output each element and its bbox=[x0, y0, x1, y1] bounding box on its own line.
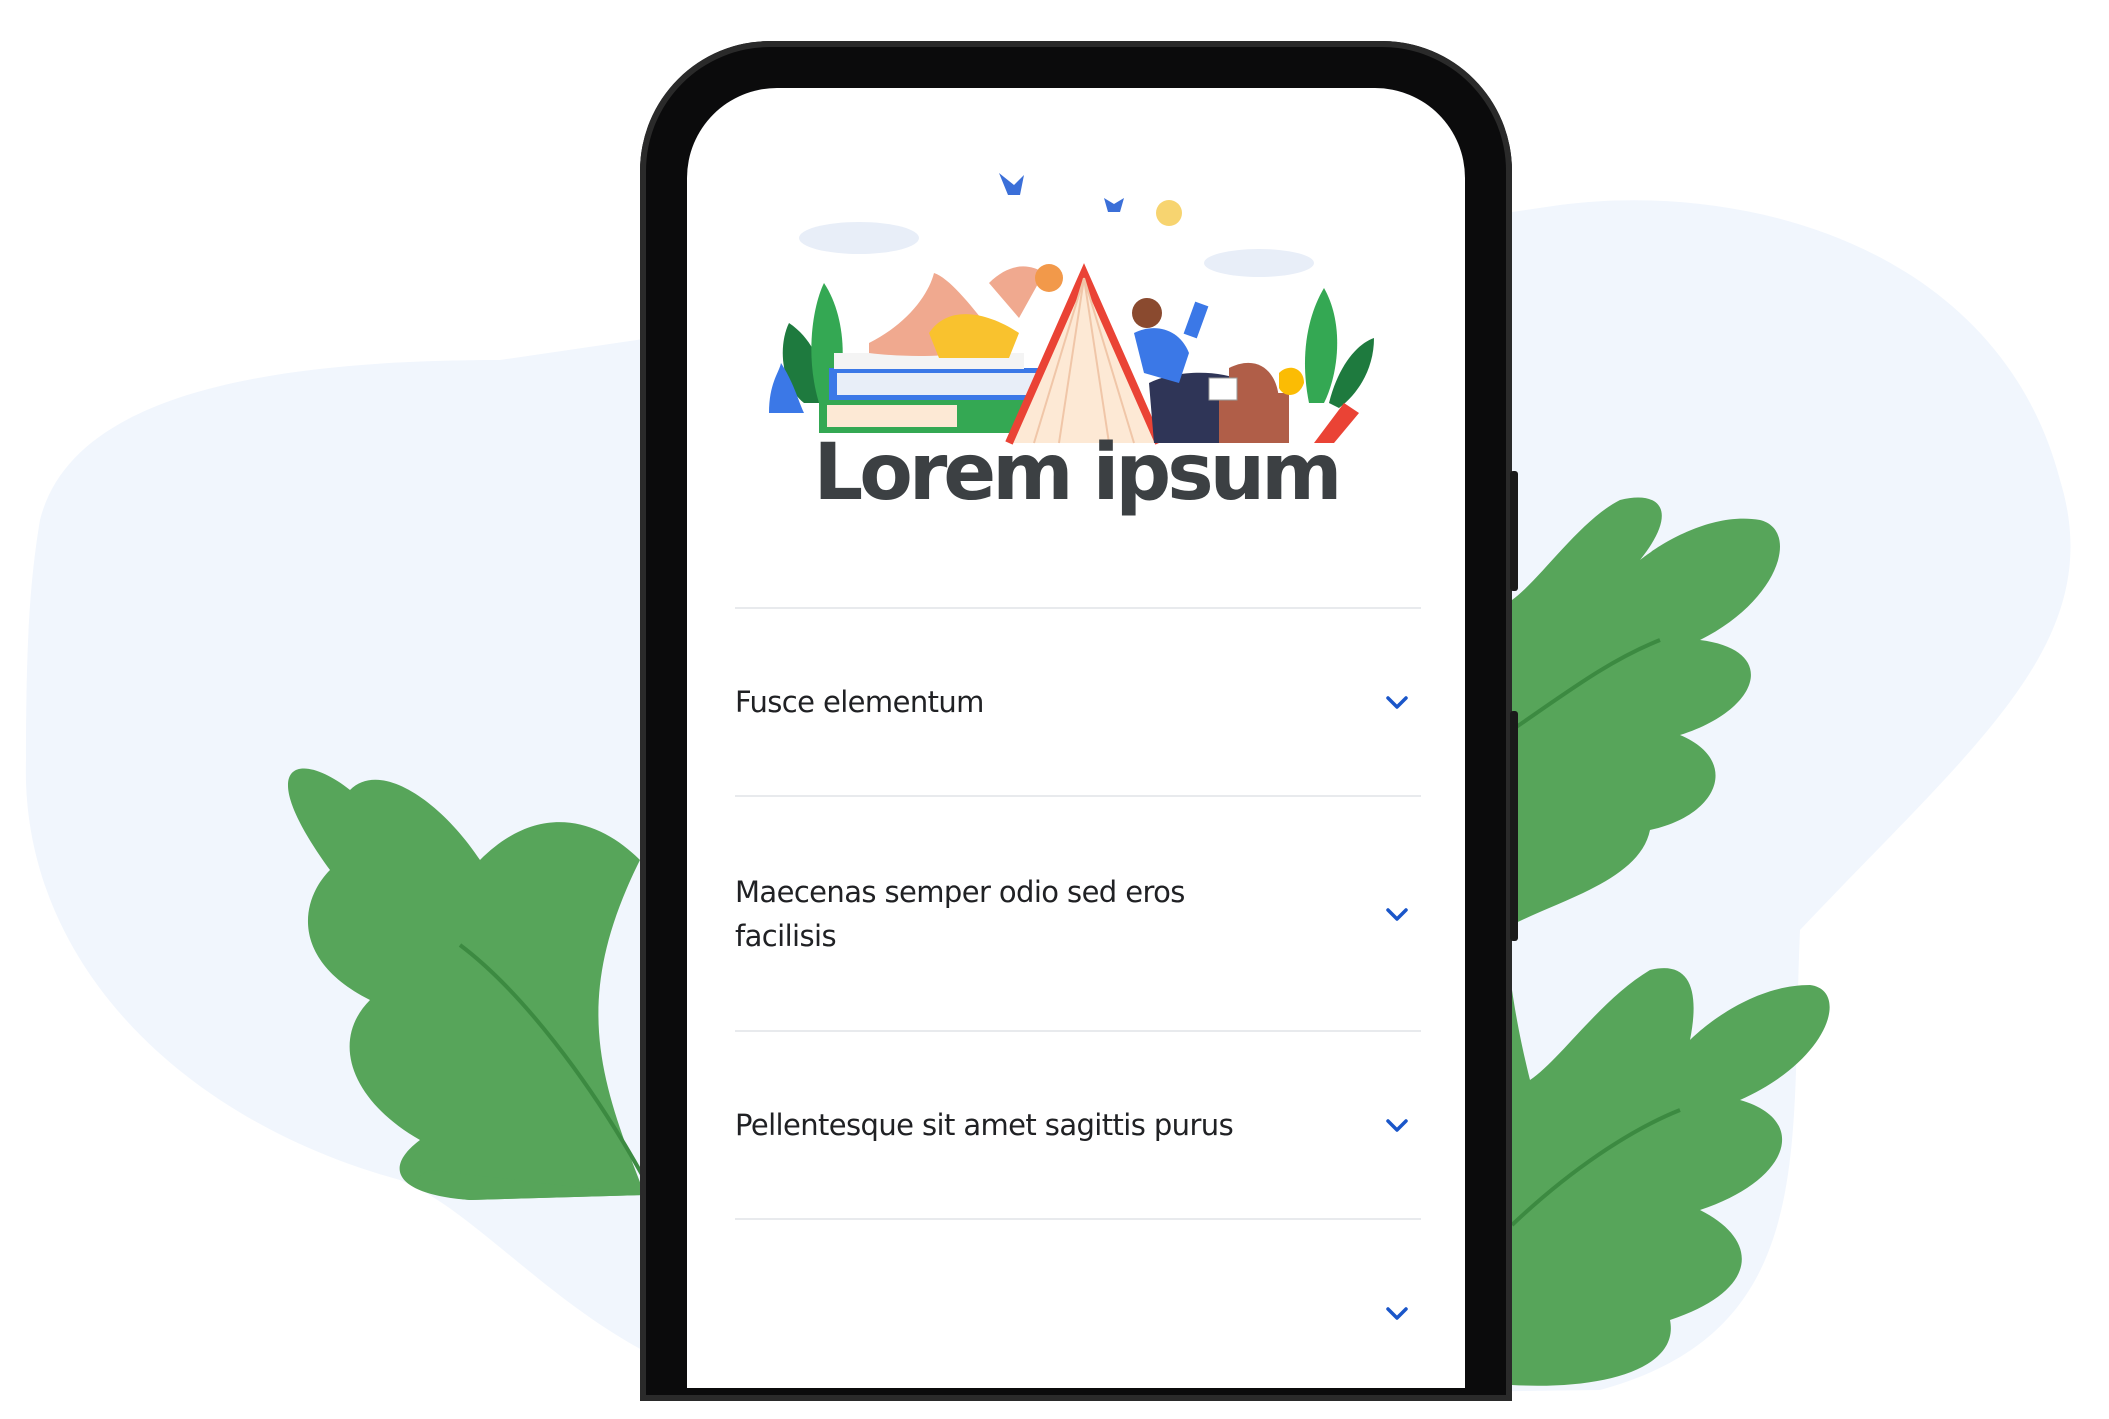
accordion-item-empty[interactable] bbox=[735, 1218, 1421, 1388]
accordion-item-maecenas[interactable]: Maecenas semper odio sed eros facilisis bbox=[735, 795, 1421, 1030]
phone-screen: Lorem ipsum Fusce elementum Maecenas sem… bbox=[687, 88, 1465, 1388]
phone-side-button bbox=[1510, 471, 1518, 591]
reading-illustration bbox=[769, 173, 1374, 445]
chevron-down-icon[interactable] bbox=[1383, 1111, 1411, 1139]
accordion-item-label: Maecenas semper odio sed eros facilisis bbox=[735, 874, 1185, 953]
accordion-item-label: Pellentesque sit amet sagittis purus bbox=[735, 1108, 1234, 1142]
chevron-down-icon[interactable] bbox=[1383, 688, 1411, 716]
accordion-item-fusce[interactable]: Fusce elementum bbox=[735, 607, 1421, 795]
accordion-list: Fusce elementum Maecenas semper odio sed… bbox=[735, 607, 1421, 1388]
accordion-item-pellentesque[interactable]: Pellentesque sit amet sagittis purus bbox=[735, 1030, 1421, 1218]
phone-device: Lorem ipsum Fusce elementum Maecenas sem… bbox=[640, 41, 1518, 1401]
page-title: Lorem ipsum bbox=[813, 428, 1343, 518]
phone-side-button bbox=[1510, 711, 1518, 941]
sun-icon bbox=[1156, 200, 1182, 226]
bird-icon bbox=[999, 173, 1024, 195]
chevron-down-icon[interactable] bbox=[1383, 900, 1411, 928]
illustration-scene: Lorem ipsum Fusce elementum Maecenas sem… bbox=[0, 0, 2109, 1419]
accordion-item-label: Fusce elementum bbox=[735, 685, 984, 719]
bird-icon bbox=[1104, 198, 1124, 212]
chevron-down-icon[interactable] bbox=[1383, 1299, 1411, 1327]
